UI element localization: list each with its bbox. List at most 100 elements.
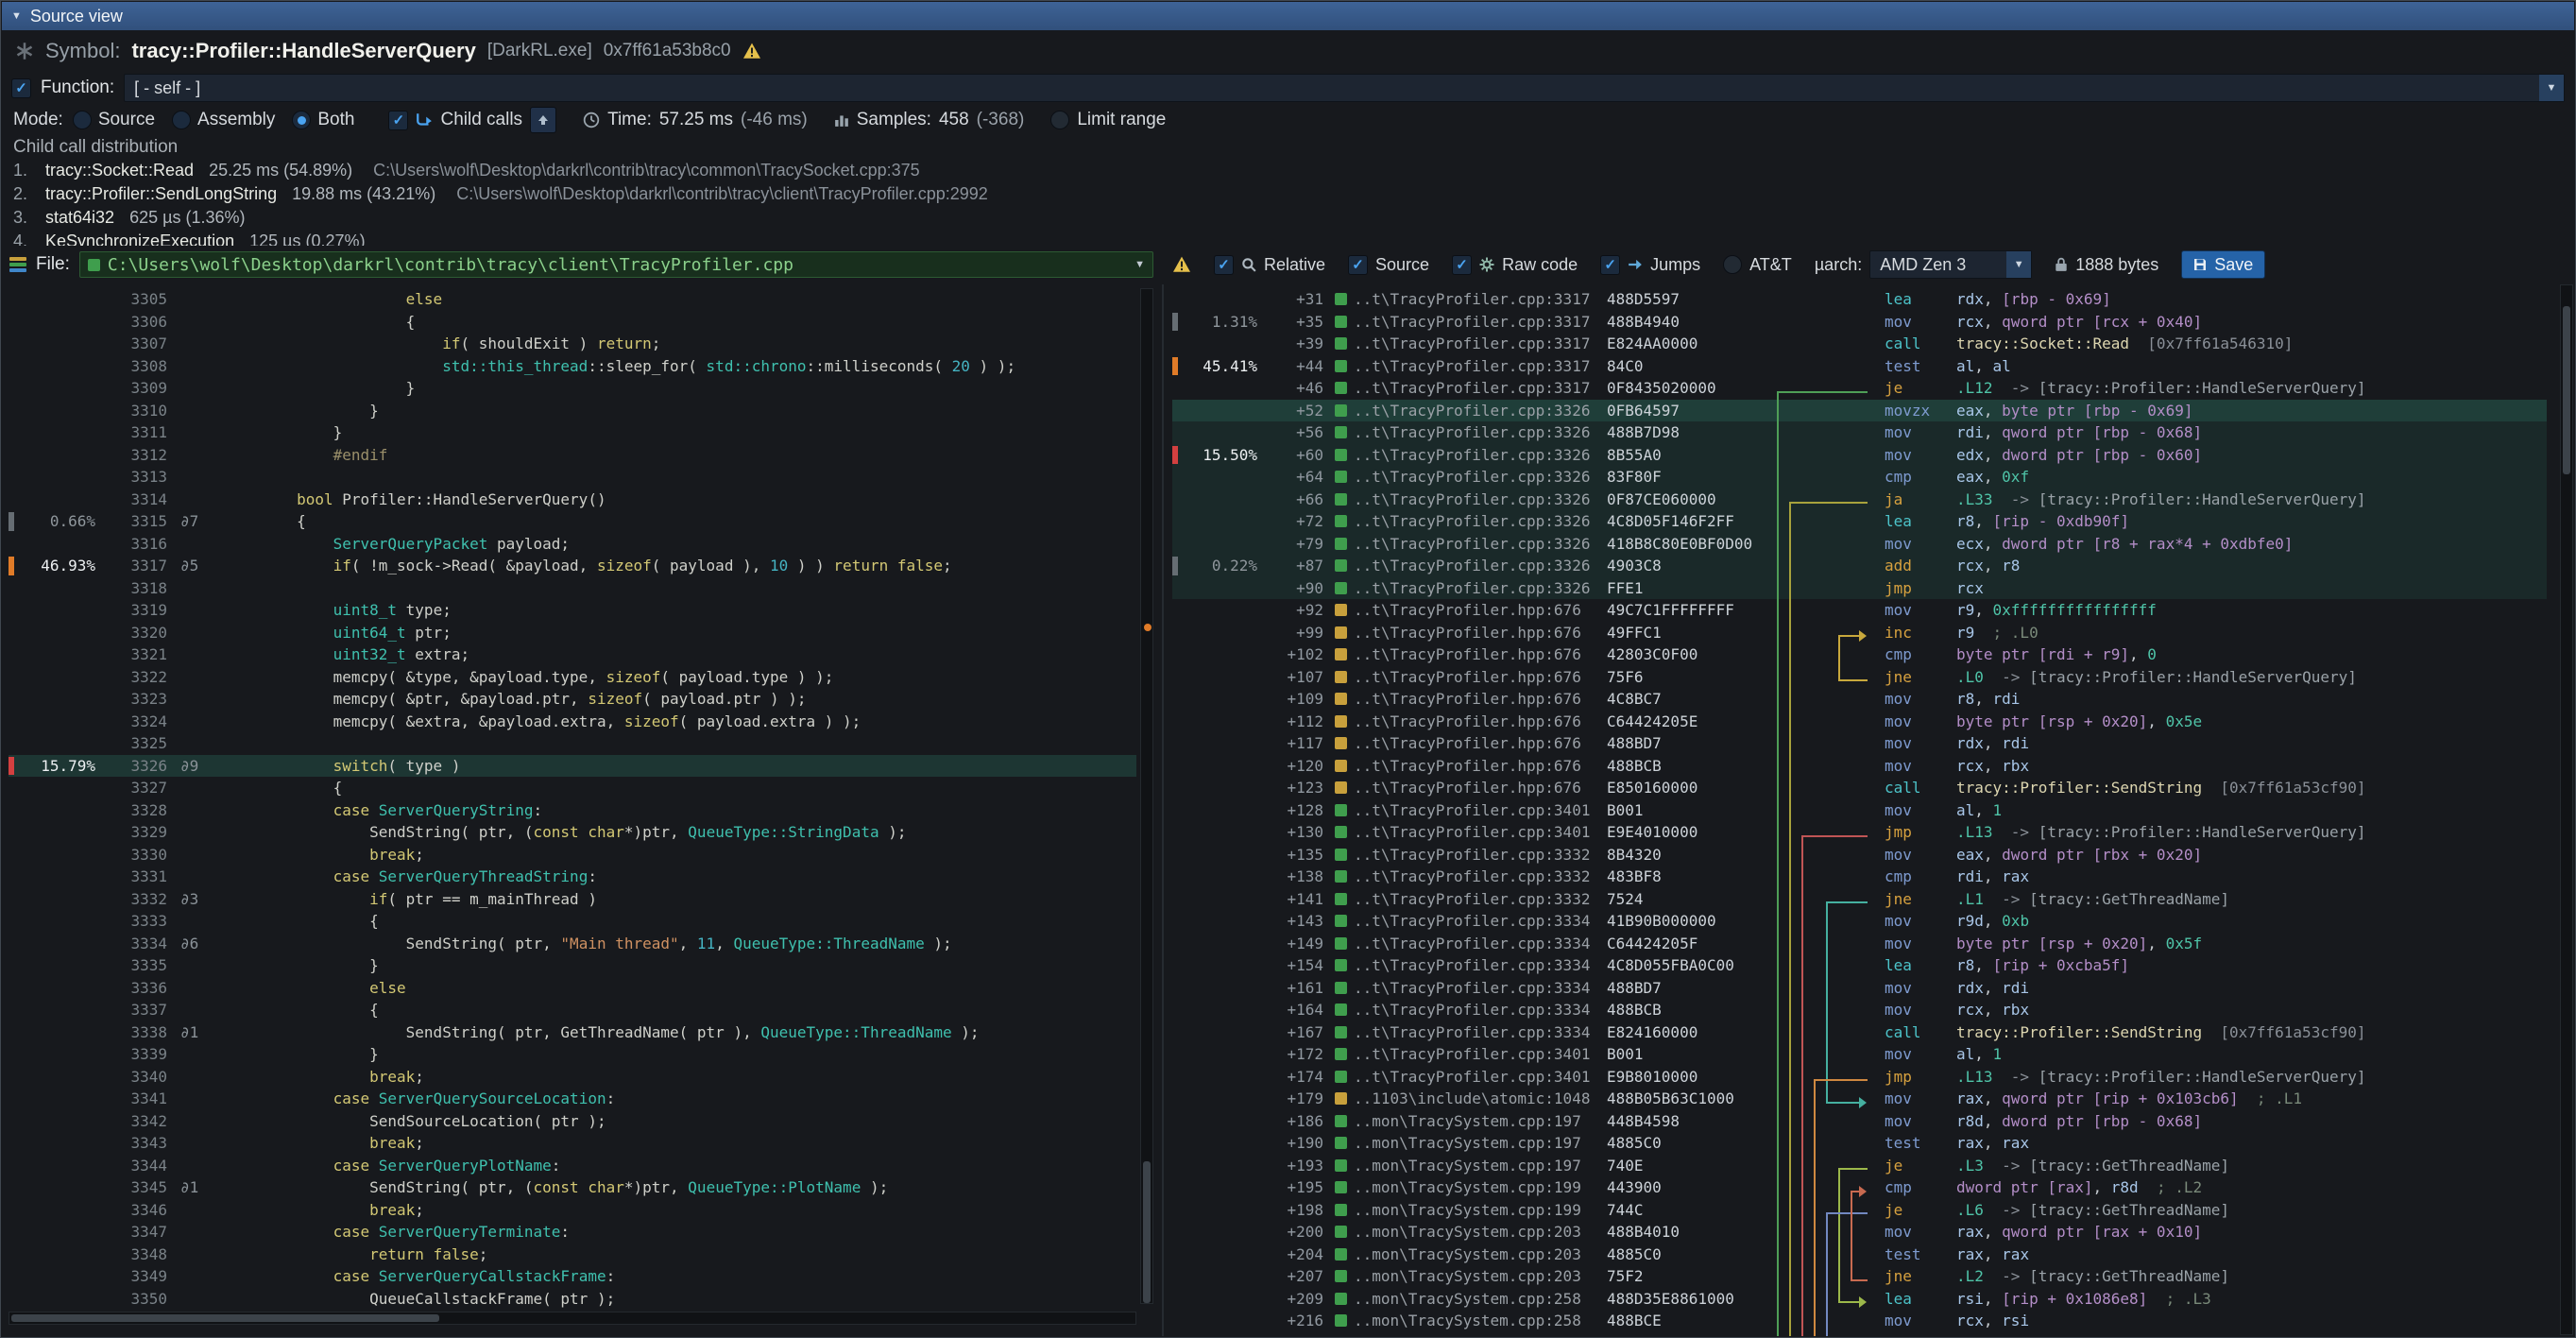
- asm-row[interactable]: +130..t\TracyProfiler.cpp:3401E9E4010000…: [1172, 821, 2547, 844]
- asm-row[interactable]: +193..mon\TracySystem.cpp:197740Eje.L3 -…: [1172, 1155, 2547, 1177]
- source-line[interactable]: 3320 uint64_t ptr;: [9, 622, 1136, 644]
- source-vertical-scrollbar[interactable]: [1140, 288, 1153, 1304]
- asm-row[interactable]: +56..t\TracyProfiler.cpp:3326488B7D98mov…: [1172, 421, 2547, 444]
- asm-row[interactable]: +190..mon\TracySystem.cpp:1974885C0testr…: [1172, 1132, 2547, 1155]
- asm-row[interactable]: +167..t\TracyProfiler.cpp:3334E824160000…: [1172, 1021, 2547, 1044]
- child-call-entry[interactable]: 3.stat64i32625 µs (1.36%): [13, 206, 2574, 230]
- asm-row[interactable]: +143..t\TracyProfiler.cpp:333441B90B0000…: [1172, 910, 2547, 933]
- asm-row[interactable]: +102..t\TracyProfiler.hpp:67642803C0F00c…: [1172, 643, 2547, 666]
- source-line[interactable]: 3342 SendSourceLocation( ptr );: [9, 1110, 1136, 1133]
- mode-radio-both[interactable]: Both: [292, 110, 354, 130]
- asm-row[interactable]: +204..mon\TracySystem.cpp:2034885C0testr…: [1172, 1244, 2547, 1266]
- asm-row[interactable]: +79..t\TracyProfiler.cpp:3326418B8C80E0B…: [1172, 533, 2547, 556]
- asm-row[interactable]: 45.41%+44..t\TracyProfiler.cpp:331784C0t…: [1172, 355, 2547, 378]
- source-line[interactable]: 3316 ServerQueryPacket payload;: [9, 533, 1136, 556]
- asm-row[interactable]: +161..t\TracyProfiler.cpp:3334488BD7movr…: [1172, 977, 2547, 1000]
- chevron-down-icon[interactable]: ▼: [2539, 75, 2564, 101]
- child-call-entry[interactable]: 2.tracy::Profiler::SendLongString19.88 m…: [13, 182, 2574, 206]
- pane-divider[interactable]: [1162, 284, 1164, 1336]
- source-line[interactable]: 3333 {: [9, 910, 1136, 933]
- child-call-entry[interactable]: 4.KeSynchronizeExecution125 µs (0.27%): [13, 230, 2574, 246]
- chevron-down-icon[interactable]: ▼: [1134, 259, 1145, 270]
- asm-row[interactable]: +186..mon\TracySystem.cpp:197448B4598mov…: [1172, 1110, 2547, 1133]
- relative-toggle[interactable]: Relative: [1214, 255, 1325, 275]
- asm-row[interactable]: +52..t\TracyProfiler.cpp:33260FB64597mov…: [1172, 400, 2547, 422]
- asm-row[interactable]: +207..mon\TracySystem.cpp:20375F2jne.L2 …: [1172, 1265, 2547, 1288]
- asm-row[interactable]: +66..t\TracyProfiler.cpp:33260F87CE06000…: [1172, 489, 2547, 511]
- limit-range-toggle[interactable]: [1050, 111, 1069, 129]
- chevron-down-icon[interactable]: ▼: [2006, 251, 2031, 278]
- title-bar[interactable]: ▼ Source view: [2, 2, 2574, 30]
- source-line[interactable]: 3346 break;: [9, 1199, 1136, 1222]
- source-line[interactable]: 3328 case ServerQueryString:: [9, 799, 1136, 822]
- jumps-toggle[interactable]: Jumps: [1600, 255, 1700, 275]
- source-line[interactable]: 15.79%3326∂9 switch( type ): [9, 755, 1136, 778]
- asm-row[interactable]: +195..mon\TracySystem.cpp:199443900cmpdw…: [1172, 1176, 2547, 1199]
- source-line[interactable]: 3341 case ServerQuerySourceLocation:: [9, 1088, 1136, 1110]
- source-line[interactable]: 3345∂1 SendString( ptr, (const char*)ptr…: [9, 1176, 1136, 1199]
- asm-row[interactable]: +216..mon\TracySystem.cpp:258488BCEmovrc…: [1172, 1310, 2547, 1332]
- asm-row[interactable]: +128..t\TracyProfiler.cpp:3401B001moval,…: [1172, 799, 2547, 822]
- asm-row[interactable]: +107..t\TracyProfiler.hpp:67675F6jne.L0 …: [1172, 666, 2547, 689]
- asm-row[interactable]: +109..t\TracyProfiler.hpp:6764C8BC7movr8…: [1172, 688, 2547, 711]
- asm-row[interactable]: +141..t\TracyProfiler.cpp:33327524jne.L1…: [1172, 888, 2547, 911]
- asm-vertical-scrollbar[interactable]: [2560, 284, 2573, 1335]
- asm-row[interactable]: +46..t\TracyProfiler.cpp:33170F843502000…: [1172, 377, 2547, 400]
- asm-row[interactable]: +198..mon\TracySystem.cpp:199744Cje.L6 -…: [1172, 1199, 2547, 1222]
- asm-row[interactable]: 15.50%+60..t\TracyProfiler.cpp:33268B55A…: [1172, 444, 2547, 467]
- source-line[interactable]: 3308 std::this_thread::sleep_for( std::c…: [9, 355, 1136, 378]
- source-line[interactable]: 3344 case ServerQueryPlotName:: [9, 1155, 1136, 1177]
- asm-row[interactable]: +120..t\TracyProfiler.hpp:676488BCBmovrc…: [1172, 755, 2547, 778]
- source-line[interactable]: 3306 {: [9, 311, 1136, 334]
- source-line[interactable]: 3321 uint32_t extra;: [9, 643, 1136, 666]
- source-toggle[interactable]: Source: [1348, 255, 1429, 275]
- asm-row[interactable]: +179..1103\include\atomic:1048488B05B63C…: [1172, 1088, 2547, 1110]
- source-line[interactable]: 3318: [9, 577, 1136, 600]
- child-call-entry[interactable]: 1.tracy::Socket::Read25.25 ms (54.89%)C:…: [13, 159, 2574, 182]
- source-line[interactable]: 3322 memcpy( &type, &payload.type, sizeo…: [9, 666, 1136, 689]
- source-line[interactable]: 3331 case ServerQueryThreadString:: [9, 866, 1136, 888]
- source-line[interactable]: 3350 QueueCallstackFrame( ptr );: [9, 1288, 1136, 1311]
- asm-row[interactable]: +154..t\TracyProfiler.cpp:33344C8D055FBA…: [1172, 954, 2547, 977]
- asm-row[interactable]: +123..t\TracyProfiler.hpp:676E850160000c…: [1172, 777, 2547, 799]
- asm-row[interactable]: +164..t\TracyProfiler.cpp:3334488BCBmovr…: [1172, 999, 2547, 1021]
- source-line[interactable]: 3325: [9, 732, 1136, 755]
- source-line[interactable]: 0.66%3315∂7 {: [9, 510, 1136, 533]
- function-combo[interactable]: [ - self - ] ▼: [124, 74, 2565, 102]
- asm-row[interactable]: 1.31%+35..t\TracyProfiler.cpp:3317488B49…: [1172, 311, 2547, 334]
- source-line[interactable]: 3330 break;: [9, 844, 1136, 866]
- source-line[interactable]: 3327 {: [9, 777, 1136, 799]
- asm-row[interactable]: +39..t\TracyProfiler.cpp:3317E824AA0000c…: [1172, 333, 2547, 355]
- source-line[interactable]: 3309 }: [9, 377, 1136, 400]
- source-line[interactable]: 3337 {: [9, 999, 1136, 1021]
- source-line[interactable]: 3335 }: [9, 954, 1136, 977]
- source-line[interactable]: 3314 bool Profiler::HandleServerQuery(): [9, 489, 1136, 511]
- asm-row[interactable]: +174..t\TracyProfiler.cpp:3401E9B8010000…: [1172, 1066, 2547, 1089]
- asm-row[interactable]: +112..t\TracyProfiler.hpp:676C64424205Em…: [1172, 711, 2547, 733]
- source-line[interactable]: 3310 }: [9, 400, 1136, 422]
- up-arrow-button[interactable]: [530, 107, 556, 133]
- save-button[interactable]: Save: [2181, 250, 2265, 279]
- asm-row[interactable]: +31..t\TracyProfiler.cpp:3317488D5597lea…: [1172, 288, 2547, 311]
- mode-radio-assembly[interactable]: Assembly: [172, 110, 275, 130]
- source-line[interactable]: 3311 }: [9, 421, 1136, 444]
- collapse-icon[interactable]: ▼: [11, 10, 22, 22]
- source-horizontal-scrollbar[interactable]: [9, 1312, 1136, 1325]
- source-line[interactable]: 3313: [9, 466, 1136, 489]
- asm-row[interactable]: +72..t\TracyProfiler.cpp:33264C8D05F146F…: [1172, 510, 2547, 533]
- source-line[interactable]: 3323 memcpy( &ptr, &payload.ptr, sizeof(…: [9, 688, 1136, 711]
- asm-row[interactable]: +172..t\TracyProfiler.cpp:3401B001moval,…: [1172, 1043, 2547, 1066]
- source-line[interactable]: 3312 #endif: [9, 444, 1136, 467]
- source-line[interactable]: 3343 break;: [9, 1132, 1136, 1155]
- source-line[interactable]: 3319 uint8_t type;: [9, 599, 1136, 622]
- asm-row[interactable]: +99..t\TracyProfiler.hpp:67649FFC1incr9 …: [1172, 622, 2547, 644]
- asm-row[interactable]: +90..t\TracyProfiler.cpp:3326FFE1jmprcx: [1172, 577, 2547, 600]
- child-calls-checkbox[interactable]: [388, 111, 408, 130]
- file-combo[interactable]: C:\Users\wolf\Desktop\darkrl\contrib\tra…: [79, 251, 1153, 278]
- source-line[interactable]: 3336 else: [9, 977, 1136, 1000]
- asm-row[interactable]: +200..mon\TracySystem.cpp:203488B4010mov…: [1172, 1221, 2547, 1244]
- asm-row[interactable]: +117..t\TracyProfiler.hpp:676488BD7movrd…: [1172, 732, 2547, 755]
- raw-code-toggle[interactable]: Raw code: [1452, 255, 1578, 275]
- asm-row[interactable]: +135..t\TracyProfiler.cpp:33328B4320move…: [1172, 844, 2547, 866]
- source-line[interactable]: 3329 SendString( ptr, (const char*)ptr, …: [9, 821, 1136, 844]
